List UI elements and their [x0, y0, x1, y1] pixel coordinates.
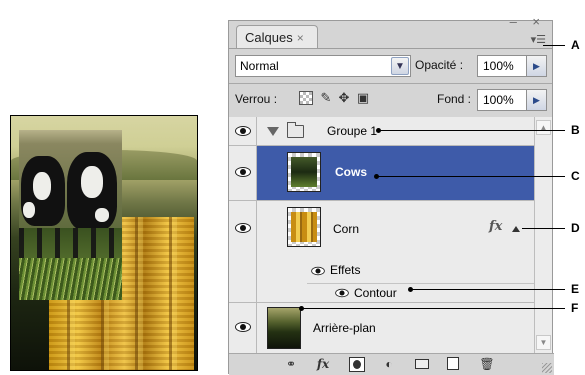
- thumbnail-art: [291, 157, 317, 187]
- opacity-slider-button[interactable]: ▶: [526, 56, 546, 76]
- callout-line: [522, 228, 565, 229]
- layer-name: Corn: [333, 222, 360, 236]
- opacity-field[interactable]: 100% ▶: [477, 55, 547, 77]
- panel-bottom-toolbar: ⚭ fx ◐ 🗑: [229, 353, 554, 375]
- fx-icon[interactable]: fx: [489, 219, 502, 234]
- layer-name: Arrière-plan: [313, 321, 376, 335]
- mask-icon[interactable]: [349, 357, 365, 372]
- layer-thumbnail: [267, 307, 301, 349]
- collapse-effects-icon[interactable]: [512, 226, 520, 232]
- new-layer-icon[interactable]: [447, 357, 459, 370]
- divider: [229, 83, 552, 84]
- fill-label: Fond :: [437, 92, 472, 106]
- eye-icon[interactable]: [235, 126, 251, 136]
- eye-icon[interactable]: [235, 167, 251, 177]
- layer-thumbnail: [287, 152, 321, 192]
- folder-icon: [287, 122, 304, 138]
- visibility-toggle[interactable]: [229, 303, 257, 353]
- tab-layers[interactable]: Calques ×: [236, 25, 318, 49]
- lock-label: Verrou :: [235, 92, 278, 106]
- blend-mode-select[interactable]: Normal ▼: [235, 55, 411, 77]
- layers-list: Groupe 1 Cows Corn fx Effets Contour Arr…: [229, 117, 534, 353]
- blend-opacity-row: Normal ▼ Opacité : 100% ▶: [235, 55, 547, 77]
- cow-patch: [33, 172, 51, 200]
- layer-thumbnail: [287, 207, 321, 247]
- eye-icon[interactable]: [335, 288, 349, 298]
- trash-icon[interactable]: 🗑: [479, 357, 495, 372]
- callout-label: A: [571, 38, 580, 52]
- callout-label: C: [571, 169, 580, 183]
- chevron-down-icon[interactable]: ▼: [391, 57, 409, 75]
- callout-line: [543, 45, 565, 46]
- window-controls[interactable]: – ×: [510, 14, 546, 29]
- folder-icon[interactable]: [415, 359, 429, 369]
- lock-fill-row: Verrou : ✎ ✥ ▣ Fond : 100% ▶: [235, 89, 547, 111]
- visibility-toggle[interactable]: [229, 146, 257, 200]
- expand-triangle-icon[interactable]: [267, 127, 279, 136]
- lock-pixels-brush-icon[interactable]: ✎: [319, 91, 333, 105]
- opacity-value: 100%: [483, 59, 514, 73]
- callout-line: [378, 130, 565, 131]
- layer-row-group[interactable]: Groupe 1: [229, 117, 534, 146]
- effects-indent: [229, 283, 257, 302]
- tab-divider: [229, 48, 552, 49]
- blend-mode-value: Normal: [240, 59, 279, 73]
- layers-panel: – × Calques × ▾☰ Normal ▼ Opacité : 100% …: [228, 14, 554, 375]
- layer-row-corn[interactable]: Corn fx: [229, 201, 534, 258]
- scroll-down-icon[interactable]: ▼: [536, 335, 551, 350]
- divider: [307, 283, 534, 284]
- resize-grip[interactable]: [542, 363, 552, 373]
- layer-name: Cows: [335, 165, 368, 179]
- lock-position-move-icon[interactable]: ✥: [337, 91, 351, 105]
- thumbnail-art: [291, 212, 317, 242]
- layer-row-background[interactable]: Arrière-plan: [229, 303, 534, 353]
- cow-patch: [95, 208, 109, 222]
- fill-value: 100%: [483, 93, 514, 107]
- effect-name: Contour: [354, 286, 397, 300]
- layers-scrollbar[interactable]: ▲ ▼: [534, 117, 552, 353]
- grass: [19, 258, 122, 300]
- tab-close-icon[interactable]: ×: [297, 31, 304, 45]
- composite-image: [10, 115, 198, 371]
- visibility-toggle[interactable]: [229, 117, 257, 145]
- effect-row-stroke[interactable]: Contour: [229, 283, 534, 303]
- visibility-toggle[interactable]: [229, 201, 257, 258]
- effects-indent: [229, 258, 257, 283]
- tab-label: Calques: [245, 30, 293, 45]
- adjustment-icon[interactable]: ◐: [381, 357, 397, 372]
- callout-line: [301, 308, 565, 309]
- callout-label: D: [571, 221, 580, 235]
- callout-line: [376, 176, 565, 177]
- eye-icon[interactable]: [235, 223, 251, 233]
- lock-all-padlock-icon[interactable]: ▣: [356, 91, 370, 105]
- callout-label: E: [571, 282, 580, 296]
- fill-field[interactable]: 100% ▶: [477, 89, 547, 111]
- layer-name: Groupe 1: [327, 124, 378, 138]
- callout-label: F: [571, 301, 579, 315]
- scroll-up-icon[interactable]: ▲: [536, 120, 551, 135]
- cow-patch: [23, 202, 35, 218]
- lock-transparency-icon[interactable]: [299, 91, 313, 105]
- eye-icon[interactable]: [311, 266, 325, 276]
- fill-slider-button[interactable]: ▶: [526, 90, 546, 110]
- cows-layer-art: [19, 130, 122, 300]
- layer-row-cows[interactable]: Cows: [229, 146, 534, 201]
- callout-label: B: [571, 123, 580, 137]
- callout-line: [410, 289, 565, 290]
- effects-row[interactable]: Effets: [229, 258, 534, 283]
- link-icon[interactable]: ⚭: [283, 357, 299, 372]
- cow-patch: [81, 166, 103, 198]
- effects-label: Effets: [330, 263, 361, 277]
- fx-icon[interactable]: fx: [315, 357, 331, 372]
- eye-icon[interactable]: [235, 322, 251, 332]
- opacity-label: Opacité :: [415, 58, 464, 72]
